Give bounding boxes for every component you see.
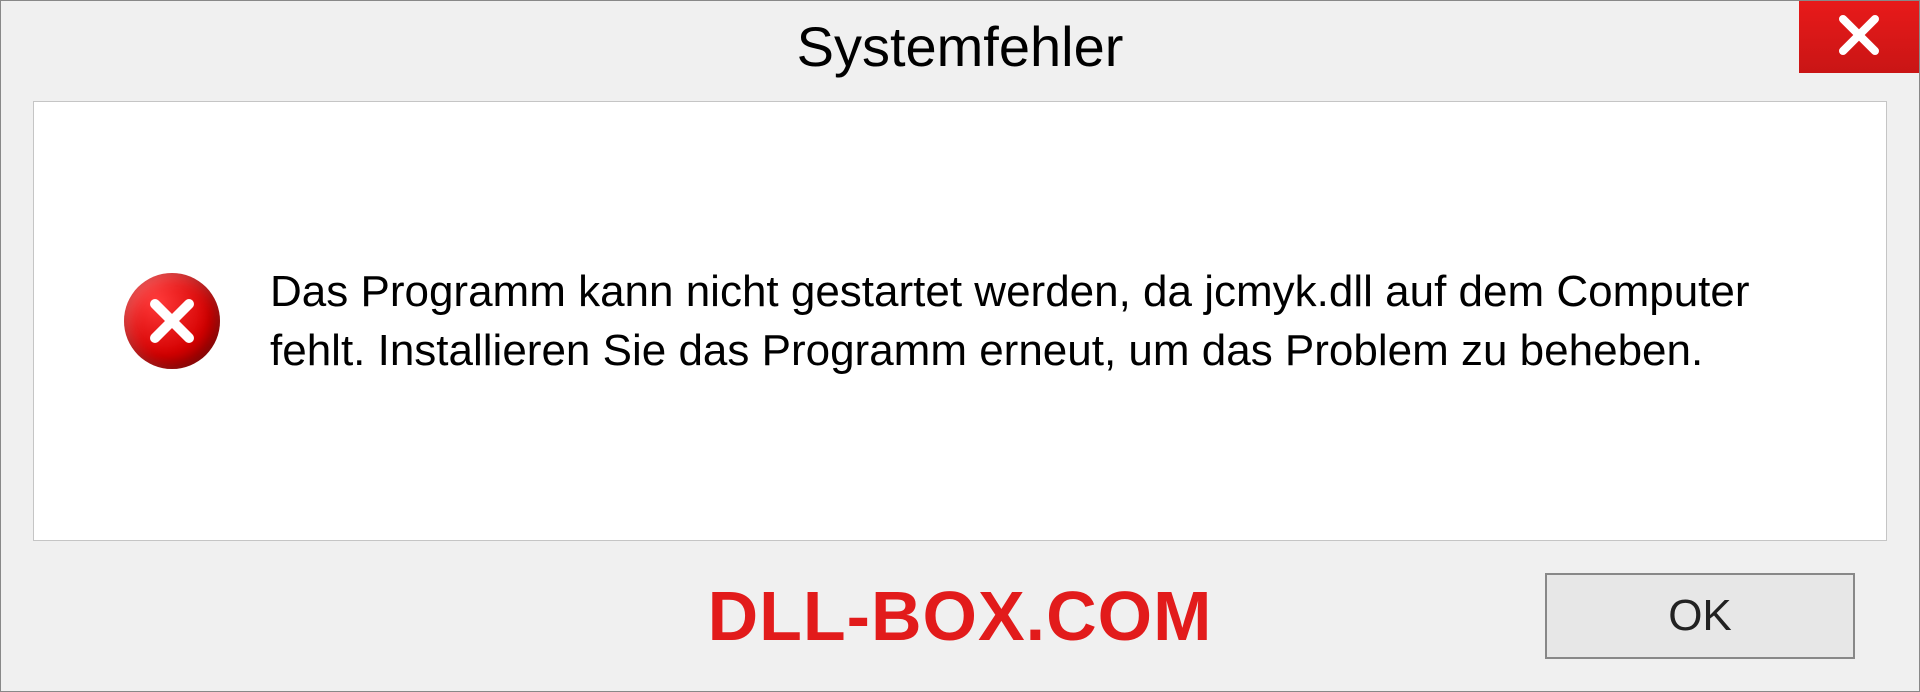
close-button[interactable]	[1799, 1, 1919, 73]
error-icon	[124, 273, 220, 369]
ok-button-label: OK	[1668, 591, 1732, 641]
dialog-title: Systemfehler	[797, 14, 1124, 79]
error-message: Das Programm kann nicht gestartet werden…	[270, 262, 1770, 381]
ok-button[interactable]: OK	[1545, 573, 1855, 659]
watermark-text: DLL-BOX.COM	[708, 576, 1213, 656]
close-icon	[1837, 13, 1881, 62]
footer: DLL-BOX.COM OK	[1, 541, 1919, 691]
titlebar: Systemfehler	[1, 1, 1919, 91]
error-dialog: Systemfehler Das Programm kann nicht ges…	[0, 0, 1920, 692]
content-area: Das Programm kann nicht gestartet werden…	[33, 101, 1887, 541]
